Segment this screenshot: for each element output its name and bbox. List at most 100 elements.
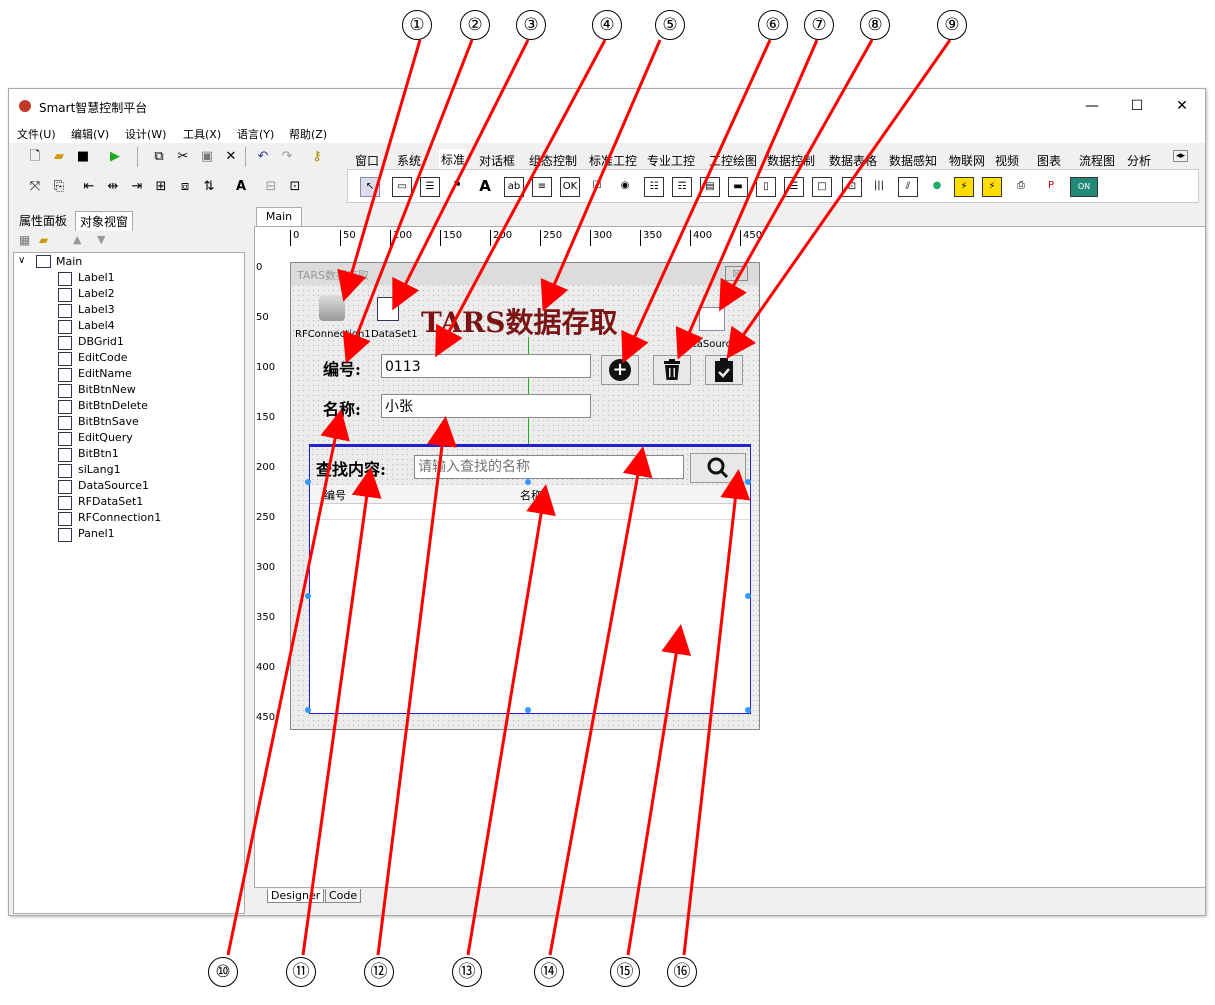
tab-dialog[interactable]: 对话框: [479, 152, 515, 169]
cut-icon[interactable]: ✂: [173, 147, 193, 167]
tab-properties[interactable]: 属性面板: [15, 211, 71, 230]
listbox-icon[interactable]: ☷: [644, 177, 664, 197]
tab-window[interactable]: 窗口: [355, 152, 379, 169]
tab-analysis[interactable]: 分析: [1127, 152, 1151, 169]
tab-scroll-arrows[interactable]: ◂▸: [1173, 150, 1189, 162]
grid-col-name[interactable]: 名称: [520, 487, 542, 503]
align-size-icon[interactable]: ⊞: [151, 177, 171, 197]
tree-item[interactable]: BitBtn1: [78, 447, 119, 460]
tree-item[interactable]: BitBtnSave: [78, 415, 139, 428]
tab-iot[interactable]: 物联网: [949, 152, 985, 169]
tab-system[interactable]: 系统: [397, 152, 421, 169]
image-icon[interactable]: ⫽: [898, 177, 918, 197]
radiogroup-icon[interactable]: ▯: [756, 177, 776, 197]
align-right-icon[interactable]: ⇥: [127, 177, 147, 197]
datasource-icon[interactable]: [699, 307, 725, 331]
menu-file[interactable]: 文件(U): [17, 126, 56, 142]
delete-button[interactable]: [653, 355, 691, 385]
selection-handle[interactable]: [305, 479, 311, 485]
tab-main[interactable]: Main: [256, 207, 302, 228]
tree-item[interactable]: RFDataSet1: [78, 495, 143, 508]
selection-handle[interactable]: [745, 593, 751, 599]
printer-icon[interactable]: ⎙: [1012, 177, 1030, 195]
undo-icon[interactable]: ↶: [253, 147, 273, 167]
tree-up-icon[interactable]: ▲: [73, 233, 81, 246]
tab-pro-industrial[interactable]: 专业工控: [647, 152, 695, 169]
toggle-icon[interactable]: ON: [1070, 177, 1098, 197]
new-button[interactable]: +: [601, 355, 639, 385]
save-button[interactable]: [705, 355, 743, 385]
form-close-button[interactable]: ⊠: [725, 266, 749, 281]
tab-chart[interactable]: 图表: [1037, 152, 1061, 169]
globe-icon[interactable]: ●: [928, 177, 946, 195]
label-comp-icon[interactable]: A: [476, 177, 494, 195]
tree-down-icon[interactable]: ▼: [97, 233, 105, 246]
tree-item[interactable]: EditCode: [78, 351, 127, 364]
text-tool-icon[interactable]: A: [231, 177, 251, 197]
grid-row[interactable]: [310, 503, 750, 520]
radio-icon[interactable]: ◉: [616, 177, 634, 195]
code-input[interactable]: 0113: [381, 354, 591, 378]
tab-flowchart[interactable]: 流程图: [1079, 152, 1115, 169]
save-icon[interactable]: ■: [73, 147, 93, 167]
redo-icon[interactable]: ↷: [277, 147, 297, 167]
tree-item[interactable]: Label4: [78, 319, 115, 332]
fit-icon[interactable]: ⤧: [25, 177, 45, 197]
order-icon[interactable]: ⇅: [199, 177, 219, 197]
copy-icon[interactable]: ⧉: [149, 147, 169, 167]
selection-handle[interactable]: [305, 707, 311, 713]
align-hspace-icon[interactable]: ⇹: [103, 177, 123, 197]
tree-item[interactable]: DBGrid1: [78, 335, 124, 348]
shape-icon[interactable]: ⊡: [842, 177, 862, 197]
selection-handle[interactable]: [305, 593, 311, 599]
tab-data-control[interactable]: 数据控制: [767, 152, 815, 169]
selection-handle[interactable]: [525, 707, 531, 713]
tree-item[interactable]: BitBtnDelete: [78, 399, 148, 412]
expand-icon[interactable]: ∨: [18, 255, 25, 266]
barcode-icon[interactable]: |||: [870, 177, 888, 195]
tree-folder-icon[interactable]: ▰: [39, 233, 48, 247]
dataset-icon[interactable]: [377, 297, 399, 321]
tab-data-sense[interactable]: 数据感知: [889, 152, 937, 169]
close-button[interactable]: ✕: [1159, 95, 1205, 117]
tree-item[interactable]: EditQuery: [78, 431, 133, 444]
grid-col-code[interactable]: 编号: [324, 487, 346, 503]
tab-designer[interactable]: Designer: [267, 889, 325, 903]
menu-help[interactable]: 帮助(Z): [289, 126, 327, 142]
tree-item[interactable]: RFConnection1: [78, 511, 161, 524]
memo-icon[interactable]: ≡: [532, 177, 552, 197]
run-icon[interactable]: ▶: [105, 147, 125, 167]
delete-icon[interactable]: ✕: [221, 147, 241, 167]
tree-item[interactable]: Panel1: [78, 527, 115, 540]
tab-industrial-drawing[interactable]: 工控绘图: [709, 152, 757, 169]
tab-scada[interactable]: 组态控制: [529, 152, 577, 169]
bolt2-icon[interactable]: ⚡: [982, 177, 1002, 197]
popup-icon[interactable]: ⚑: [448, 177, 466, 195]
key-icon[interactable]: ⚷: [307, 147, 327, 167]
open-folder-icon[interactable]: ▰: [49, 147, 69, 167]
align-left-icon[interactable]: ⇤: [79, 177, 99, 197]
actionlist-icon[interactable]: □: [812, 177, 832, 197]
checkbox-icon[interactable]: ☑: [588, 177, 606, 195]
menu-language[interactable]: 语言(Y): [237, 126, 274, 142]
query-input[interactable]: [414, 455, 684, 479]
selection-handle[interactable]: [745, 707, 751, 713]
menu-tools[interactable]: 工具(X): [183, 126, 221, 142]
copy-style-icon[interactable]: ⎘: [49, 177, 69, 197]
scrollbar-icon[interactable]: ▤: [700, 177, 720, 197]
bring-front-icon[interactable]: ⊟: [261, 177, 281, 197]
paste-icon[interactable]: ▣: [197, 147, 217, 167]
tab-code[interactable]: Code: [325, 889, 362, 903]
tree-root[interactable]: Main: [56, 255, 82, 268]
pointer-icon[interactable]: ↖: [360, 177, 380, 197]
tree-item[interactable]: Label2: [78, 287, 115, 300]
tab-standard[interactable]: 标准: [439, 149, 468, 170]
new-file-icon[interactable]: 🗋: [25, 147, 45, 167]
combobox-icon[interactable]: ☶: [672, 177, 692, 197]
tab-std-industrial[interactable]: 标准工控: [589, 152, 637, 169]
send-back-icon[interactable]: ⊡: [285, 177, 305, 197]
menu-design[interactable]: 设计(W): [125, 126, 166, 142]
frame-icon[interactable]: ▭: [392, 177, 412, 197]
maximize-button[interactable]: ☐: [1114, 95, 1160, 117]
database-connection-icon[interactable]: [319, 295, 345, 321]
